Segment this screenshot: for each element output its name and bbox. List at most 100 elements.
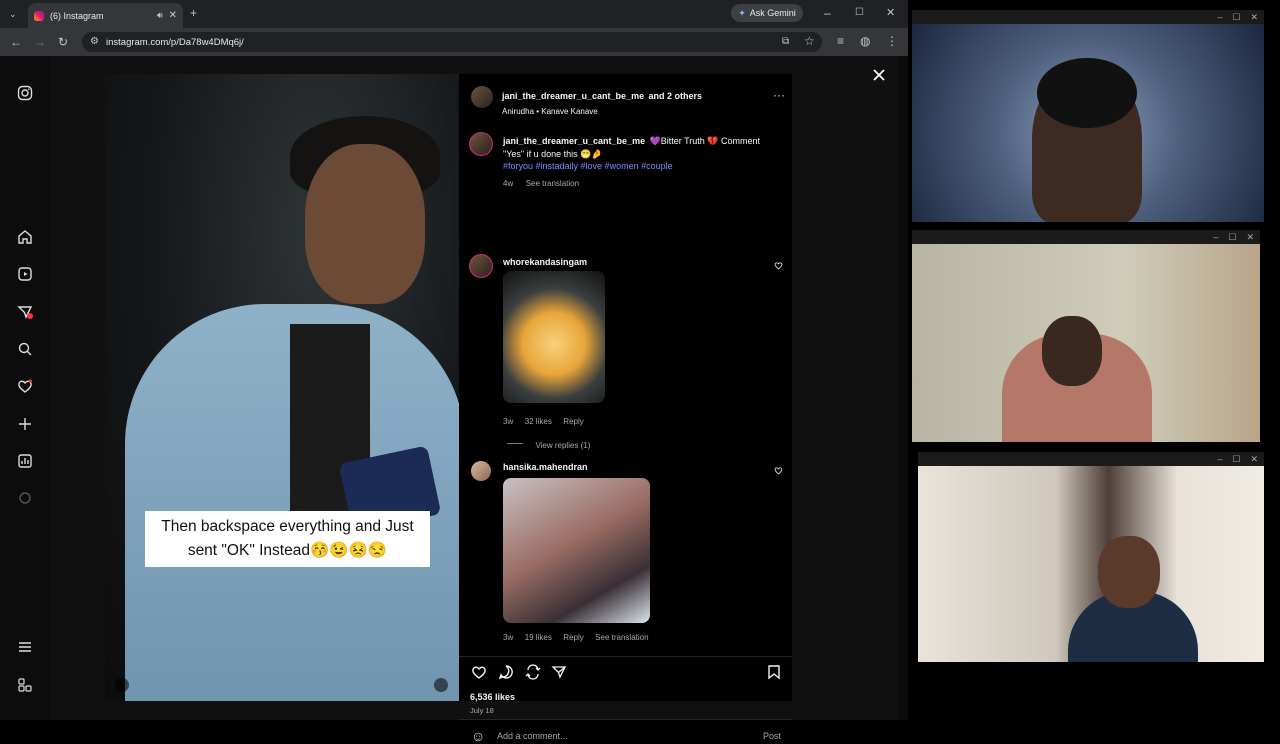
participant-video-2 [912,244,1260,442]
participant-window-2: – ☐ ✕ [912,230,1260,442]
caption-age: 4w [503,179,514,188]
view-replies-label[interactable]: View replies (1) [535,441,590,450]
maximize-icon[interactable]: ☐ [1232,452,1240,466]
close-icon[interactable]: ✕ [1250,452,1258,466]
video-frame-face [305,144,425,304]
save-bookmark-icon[interactable] [767,664,781,680]
gemini-icon: ✦ [738,7,746,18]
more-menu-icon[interactable] [17,639,33,655]
threads-icon[interactable] [17,490,33,506]
maximize-icon[interactable]: ☐ [1228,230,1236,244]
minimize-icon[interactable]: – [824,7,831,19]
divider [459,656,792,657]
back-icon[interactable]: ← [10,36,22,48]
participant-3-head [1098,536,1160,608]
comment-meta: 3w 19 likes Reply See translation [503,627,649,645]
comment-reply[interactable]: Reply [563,417,583,426]
participant-window-controls: – ☐ ✕ [912,230,1260,244]
participant-video-1 [912,24,1264,222]
media-controls-icon[interactable]: ≡ [837,35,844,47]
url-text: instagram.com/p/Da78w4DMq6j/ [106,36,244,48]
comment-input[interactable]: Add a comment... [497,731,568,741]
minimize-icon[interactable]: – [1217,10,1222,24]
tab-instagram[interactable]: (6) Instagram 🔊︎ ✕ [28,3,183,28]
profile-icon[interactable]: ◍ [860,35,870,47]
comment-bubble-icon[interactable] [498,664,514,680]
tab-close-icon[interactable]: ✕ [169,10,177,21]
participant-window-3: – ☐ ✕ [918,452,1264,662]
author-avatar[interactable] [471,86,493,108]
comment-age: 3w [503,633,514,642]
comment-likes[interactable]: 32 likes [525,417,552,426]
close-post-icon[interactable] [872,68,886,82]
comment-like-heart-icon[interactable] [774,466,783,475]
comment-likes[interactable]: 19 likes [525,633,552,642]
dashboard-icon[interactable] [17,453,33,469]
repost-icon[interactable] [525,664,541,680]
maximize-icon[interactable]: ☐ [855,7,864,19]
participant-window-controls: – ☐ ✕ [912,10,1264,24]
caption-hashtags[interactable]: #foryou #instadaily #love #women #couple [503,160,773,172]
ask-gemini-button[interactable]: ✦ Ask Gemini [731,4,803,22]
tab-title: (6) Instagram [50,10,104,21]
address-bar[interactable]: ⚙ instagram.com/p/Da78w4DMq6j/ [82,32,822,52]
comment-username[interactable]: hansika.mahendran [503,462,588,472]
forward-icon[interactable]: → [34,36,46,48]
reload-icon[interactable]: ↻ [58,36,68,48]
bookmark-star-icon[interactable]: ☆ [804,35,815,47]
minimize-icon[interactable]: – [1217,452,1222,466]
post-header: jani_the_dreamer_u_cant_be_me and 2 othe… [502,86,742,116]
speaker-icon[interactable]: 🔊︎ [157,10,163,21]
instagram-favicon-icon [34,10,44,21]
likes-count[interactable]: 6,536 likes [470,692,515,702]
comment-avatar[interactable] [469,254,493,278]
messages-icon[interactable] [17,304,33,320]
close-icon[interactable]: ✕ [1246,230,1254,244]
new-tab-icon[interactable]: + [190,7,197,19]
caption-username[interactable]: jani_the_dreamer_u_cant_be_me [503,136,645,146]
instagram-logo-icon[interactable] [17,85,33,101]
comment-gif-explosion[interactable] [503,271,605,403]
share-icon[interactable] [551,664,567,680]
window-close-icon[interactable]: ✕ [886,7,895,19]
comment-avatar[interactable] [471,461,491,481]
notifications-heart-icon[interactable] [17,378,33,394]
minimize-icon[interactable]: – [1213,230,1218,244]
create-icon[interactable] [17,416,33,432]
emoji-icon[interactable]: ☺ [471,728,485,744]
header-username[interactable]: jani_the_dreamer_u_cant_be_me [502,91,644,101]
home-icon[interactable] [17,229,33,245]
browser-window: ⌄ (6) Instagram 🔊︎ ✕ + ✦ Ask Gemini – ☐ … [0,0,908,744]
comment-gif-shush[interactable] [503,478,650,623]
maximize-icon[interactable]: ☐ [1232,10,1240,24]
post-caption: jani_the_dreamer_u_cant_be_me 💜Bitter Tr… [503,134,773,190]
header-others[interactable]: and 2 others [649,91,703,101]
video-overlay-text: Then backspace everything and Just sent … [145,511,430,567]
comment-reply[interactable]: Reply [563,633,583,642]
also-from-meta-icon[interactable] [17,677,33,693]
header-audio[interactable]: Anirudha • Kanave Kanave [502,107,742,116]
post-details-panel: jani_the_dreamer_u_cant_be_me and 2 othe… [459,74,792,744]
menu-icon[interactable]: ⋮ [886,35,898,47]
close-icon[interactable]: ✕ [1250,10,1258,24]
comment-like-heart-icon[interactable] [774,261,783,270]
caption-see-translation[interactable]: See translation [526,179,579,188]
site-info-icon[interactable]: ⚙ [90,36,99,48]
comment-username[interactable]: whorekandasingam [503,257,587,267]
more-options-icon[interactable]: ··· [773,88,785,102]
participant-window-controls: – ☐ ✕ [918,452,1264,466]
tab-strip: ⌄ (6) Instagram 🔊︎ ✕ + ✦ Ask Gemini – ☐ … [0,0,908,28]
like-heart-icon[interactable] [471,664,487,680]
caption-avatar[interactable] [469,132,493,156]
tab-search-icon[interactable]: ⌄ [9,8,17,20]
search-icon[interactable] [17,341,33,357]
mute-icon[interactable] [434,678,448,692]
participant-2-head [1042,316,1102,386]
reels-icon[interactable] [17,266,33,282]
tagged-user-icon[interactable] [115,678,129,692]
post-comment-button[interactable]: Post [763,731,781,741]
comment-see-translation[interactable]: See translation [595,633,648,642]
post-video[interactable]: Then backspace everything and Just sent … [105,74,459,701]
view-replies[interactable]: View replies (1) [507,435,590,453]
cast-icon[interactable]: ⧉ [782,36,789,48]
